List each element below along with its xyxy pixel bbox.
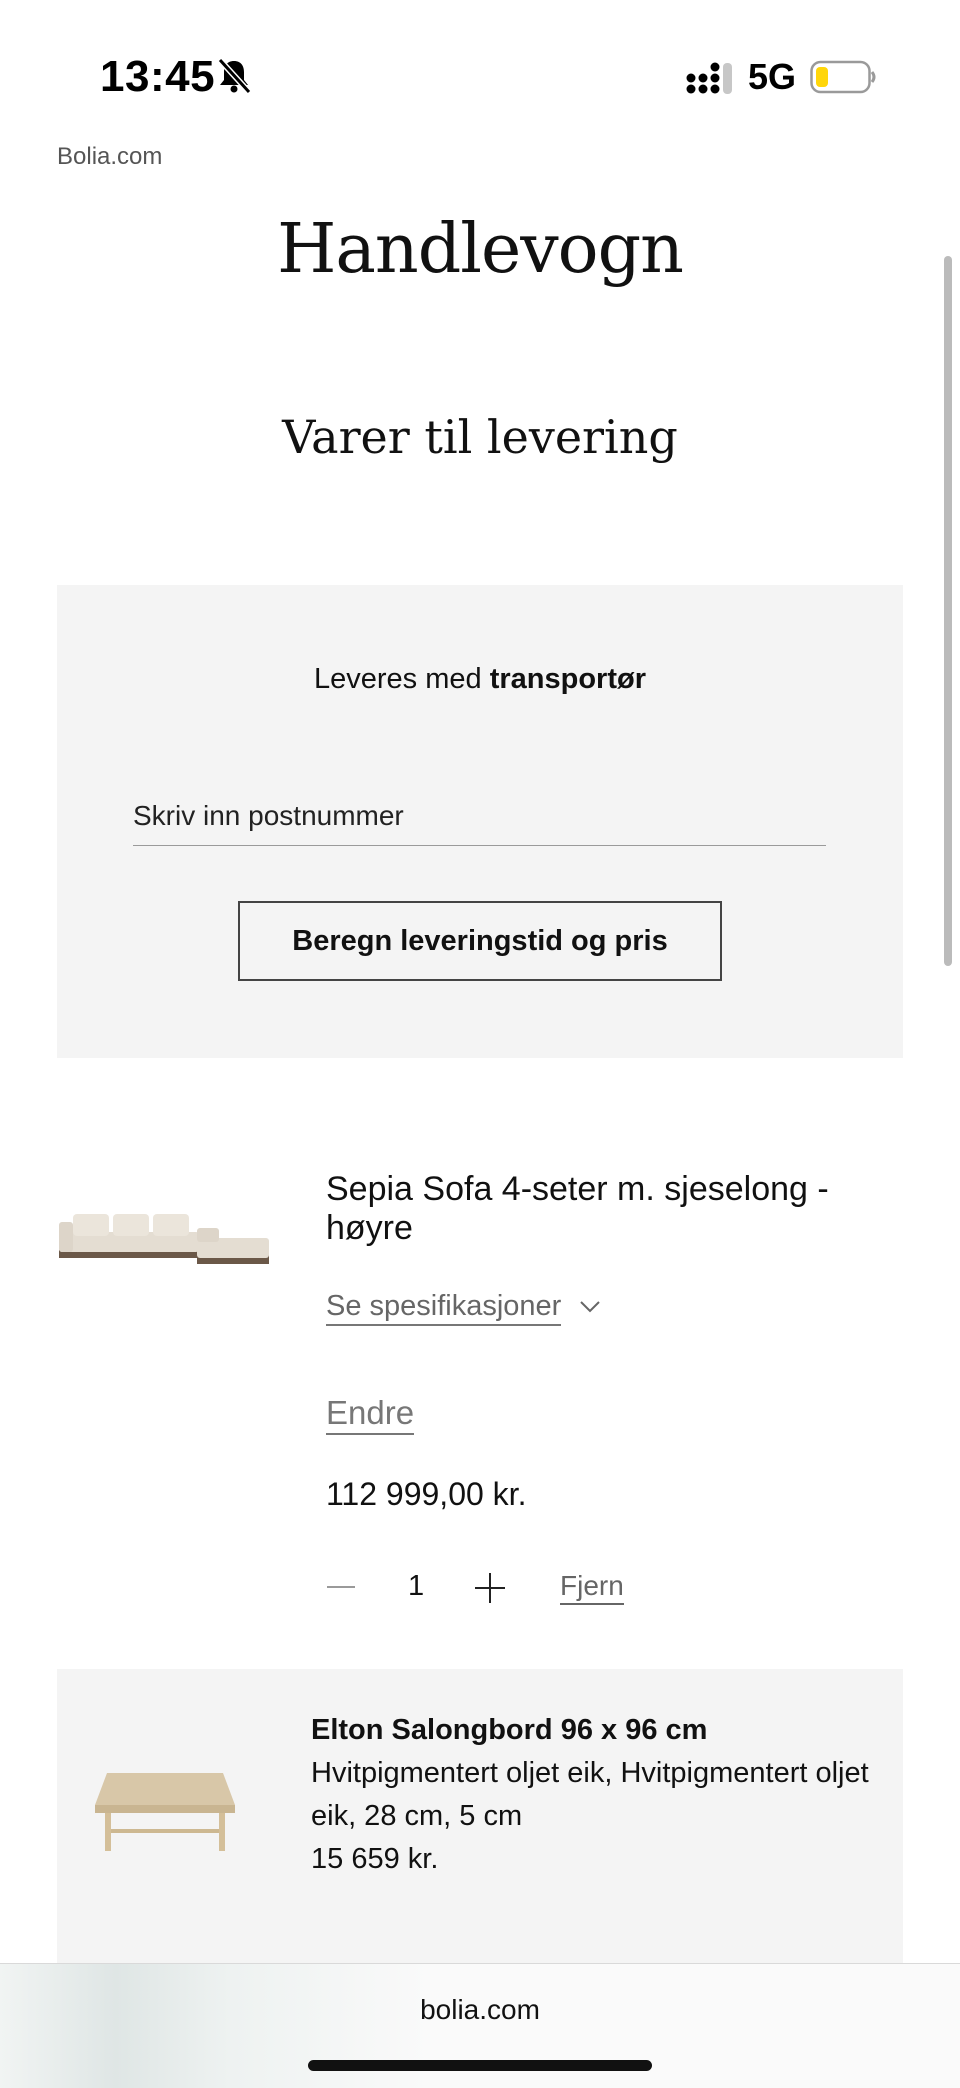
section-title: Varer til levering (282, 410, 678, 464)
chevron-down-icon (580, 1301, 601, 1313)
cellular-signal-icon (686, 62, 732, 94)
network-type: 5G (748, 56, 797, 97)
remove-link[interactable]: Fjern (560, 1570, 624, 1605)
specs-link[interactable]: Se spesifikasjoner (326, 1290, 562, 1326)
recommended-item-details: Hvitpigmentert oljet eik, Hvitpigmentert… (311, 1757, 869, 1832)
recommended-item-info: Elton Salongbord 96 x 96 cm Hvitpigmente… (311, 1709, 871, 1881)
quantity-value: 1 (408, 1570, 425, 1602)
calculate-delivery-button[interactable]: Beregn leveringstid og pris (238, 901, 722, 981)
increase-quantity-button[interactable] (474, 1572, 506, 1604)
cart-item-name[interactable]: Sepia Sofa 4-seter m. sjeselong - høyre (326, 1170, 886, 1248)
status-bar: 13:45 5G (0, 0, 960, 140)
address-url[interactable]: bolia.com (0, 1994, 960, 2026)
delivery-panel: Leveres med transportør Beregn leverings… (57, 585, 903, 1058)
specs-toggle[interactable]: Se spesifikasjoner (326, 1290, 601, 1326)
cart-item-price: 112 999,00 kr. (326, 1476, 527, 1512)
browser-address-bar[interactable]: bolia.com (0, 1963, 960, 2088)
recommended-item-card[interactable]: Elton Salongbord 96 x 96 cm Hvitpigmente… (57, 1669, 903, 1969)
home-indicator[interactable] (308, 2060, 652, 2071)
scrollbar[interactable] (944, 256, 952, 966)
page-title: Handlevogn (277, 210, 684, 289)
site-label: Bolia.com (57, 143, 163, 170)
decrease-quantity-button[interactable] (326, 1572, 356, 1602)
delivery-method: transportør (489, 663, 646, 695)
edit-link[interactable]: Endre (326, 1394, 415, 1435)
sofa-product-image[interactable] (57, 1208, 271, 1290)
recommended-item-price: 15 659 kr. (311, 1843, 439, 1875)
bell-muted-icon (217, 57, 252, 95)
battery-icon (810, 60, 876, 94)
delivery-prefix: Leveres med (314, 663, 490, 695)
delivery-method-text: Leveres med transportør (57, 663, 903, 696)
status-time: 13:45 (100, 52, 216, 101)
recommended-item-name: Elton Salongbord 96 x 96 cm (311, 1714, 708, 1746)
coffee-table-product-image (95, 1773, 235, 1851)
postal-code-input[interactable] (133, 793, 826, 846)
